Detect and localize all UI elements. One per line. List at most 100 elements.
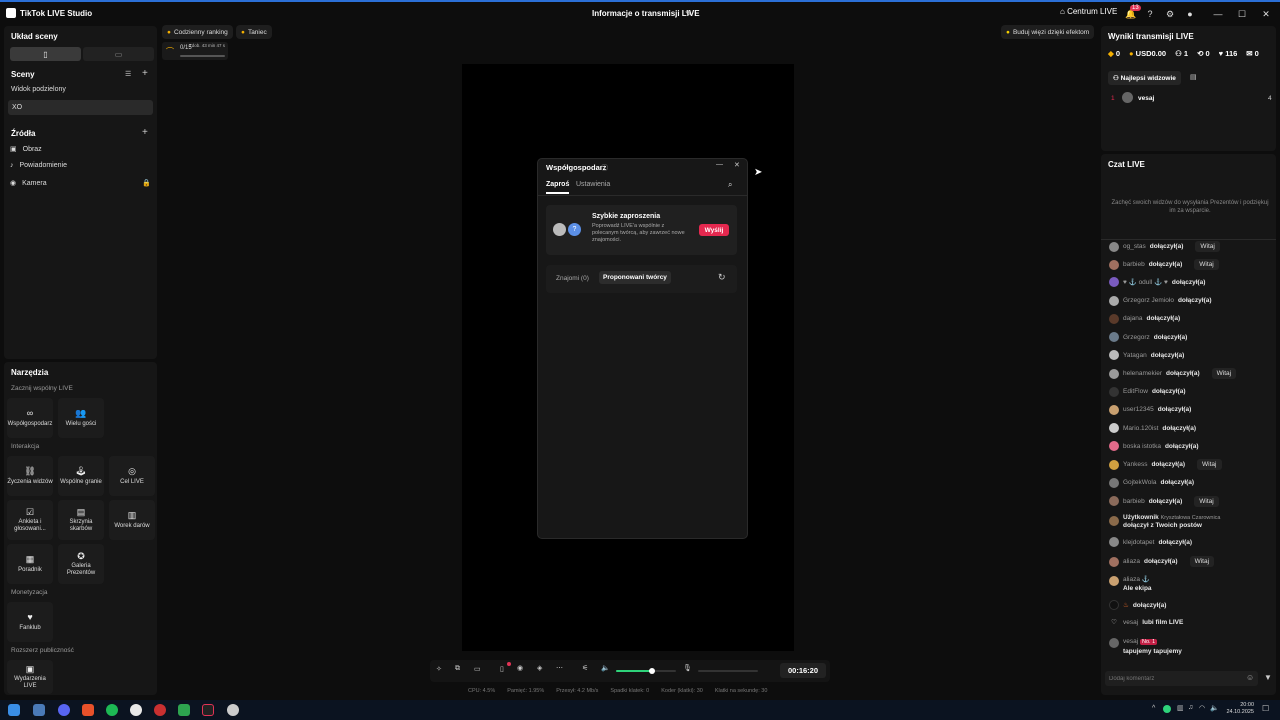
wifi-icon[interactable]: ◠: [1199, 704, 1205, 712]
viewer-name[interactable]: vesaj: [1138, 95, 1154, 102]
lock-icon[interactable]: 🔒: [142, 179, 151, 187]
search-icon[interactable]: ⌕: [728, 180, 732, 190]
landscape-layout-button[interactable]: ▭: [83, 47, 154, 61]
chat-username[interactable]: aliaza: [1123, 576, 1140, 583]
discord-icon[interactable]: [58, 704, 70, 716]
app-icon[interactable]: [227, 704, 239, 716]
maximize-icon[interactable]: ☐: [1235, 7, 1249, 21]
multi-guest-tool-button[interactable]: 👥 Wielu gości: [58, 398, 104, 438]
chat-username[interactable]: vesaj: [1123, 619, 1138, 626]
gift-gallery-tool-button[interactable]: ✪ Galeria Prezentów: [58, 544, 104, 584]
viewer-wishes-tool-button[interactable]: ⛓ Życzenia widzów: [7, 456, 53, 496]
tab-settings[interactable]: Ustawienia: [576, 181, 610, 188]
filter-icon[interactable]: ▼: [1264, 673, 1272, 682]
chat-username[interactable]: barbieb: [1123, 498, 1145, 505]
treasure-box-tool-button[interactable]: ▤ Skrzynia skarbów: [58, 500, 104, 540]
magic-icon[interactable]: ✧: [436, 665, 442, 673]
scene-item[interactable]: Widok podzielony: [11, 86, 66, 93]
effects-button[interactable]: ● Buduj więzi dzięki efektom: [1001, 25, 1095, 39]
notifications-icon[interactable]: ☐: [1262, 704, 1269, 713]
welcome-button[interactable]: Witaj: [1211, 368, 1237, 380]
welcome-button[interactable]: Witaj: [1195, 241, 1220, 252]
minimize-icon[interactable]: —: [716, 161, 723, 168]
live-events-tool-button[interactable]: ▣ Wydarzenia LIVE: [7, 660, 53, 694]
dance-button[interactable]: ● Taniec: [236, 25, 272, 39]
help-icon[interactable]: ?: [1143, 7, 1157, 21]
top-viewers-tab[interactable]: ⚇ Najlepsi widzowie: [1108, 71, 1181, 85]
speaker-icon[interactable]: 🔈: [601, 664, 610, 672]
tab-invite[interactable]: Zaproś: [546, 181, 569, 188]
suggested-creators-tab[interactable]: Proponowani twórcy: [599, 271, 671, 284]
welcome-button[interactable]: Witaj: [1194, 495, 1219, 507]
mic-muted-icon[interactable]: 🎙: [683, 664, 692, 672]
welcome-button[interactable]: Witaj: [1197, 459, 1222, 471]
source-item[interactable]: ♪ Powiadomienie: [10, 162, 67, 169]
tray-chevron-icon[interactable]: ^: [1152, 705, 1155, 712]
gear-icon[interactable]: ⚙: [1163, 7, 1177, 21]
daily-ranking-button[interactable]: ● Codzienny ranking: [162, 25, 233, 39]
volume-knob[interactable]: [649, 668, 655, 674]
avatar[interactable]: ●: [1183, 7, 1197, 21]
spotify-icon[interactable]: [106, 704, 118, 716]
chrome-icon[interactable]: [130, 704, 142, 716]
chat-username[interactable]: barbieb: [1123, 261, 1145, 268]
chat-username[interactable]: Yatagan: [1123, 352, 1147, 359]
record-icon[interactable]: ◉: [517, 664, 523, 672]
replay-icon[interactable]: ◈: [537, 664, 542, 672]
more-icon[interactable]: ⋯: [556, 664, 563, 672]
chat-username[interactable]: Grzegorz: [1123, 334, 1150, 341]
app-icon[interactable]: [178, 704, 190, 716]
close-icon[interactable]: ✕: [1259, 7, 1273, 21]
tiktok-icon[interactable]: [202, 704, 214, 716]
welcome-button[interactable]: Witaj: [1194, 259, 1219, 271]
source-item[interactable]: ▣ Obraz: [10, 145, 42, 154]
source-item[interactable]: ◉ Kamera: [10, 179, 47, 188]
chat-username[interactable]: vesaj: [1123, 638, 1138, 645]
comment-input[interactable]: [1109, 673, 1237, 684]
gift-bag-tool-button[interactable]: ▥ Worek darów: [109, 500, 155, 540]
co-play-tool-button[interactable]: 🕹 Wspólne granie: [58, 456, 104, 496]
poll-tool-button[interactable]: ☑ Ankieta i głosowani...: [7, 500, 53, 540]
chat-username[interactable]: aliaza: [1123, 558, 1140, 565]
list-icon[interactable]: ☰: [125, 70, 131, 78]
chat-username[interactable]: boska istotka: [1123, 443, 1161, 450]
edit-icon[interactable]: ✎: [685, 9, 692, 18]
windows-start-icon[interactable]: [8, 704, 20, 716]
chat-username[interactable]: dajana: [1123, 315, 1143, 322]
network-icon[interactable]: ▥: [1177, 704, 1184, 712]
chat-username[interactable]: og_stas: [1123, 243, 1146, 250]
tray-app-icon[interactable]: [1163, 705, 1171, 713]
chat-username[interactable]: ♥ ⚓ odull ⚓ ♥: [1123, 278, 1168, 286]
add-source-icon[interactable]: +: [142, 127, 148, 138]
mic-slider[interactable]: [698, 670, 758, 672]
chat-username[interactable]: GojtekWola: [1123, 479, 1156, 486]
friends-tab[interactable]: Znajomi (0): [556, 275, 589, 282]
chat-username[interactable]: helenamekier: [1123, 370, 1162, 377]
list-icon[interactable]: ▤: [1190, 73, 1197, 81]
chat-username[interactable]: Grzegorz Jemioło: [1123, 297, 1174, 304]
live-goal-tool-button[interactable]: ◎ Cel LIVE: [109, 456, 155, 496]
scene-item-selected[interactable]: XO: [8, 100, 153, 115]
help-icon[interactable]: ⓘ: [601, 163, 608, 173]
stream-info-title[interactable]: Informacje o transmisji LIVE: [592, 9, 700, 18]
volume-icon[interactable]: 🔈: [1210, 704, 1219, 712]
cohost-tool-button[interactable]: ∞ Współgospodarz: [7, 398, 53, 438]
clock[interactable]: 20:00 24.10.2025: [1224, 702, 1254, 716]
chat-username[interactable]: Użytkownik: [1123, 514, 1159, 521]
chat-username[interactable]: EditFlow: [1123, 388, 1148, 395]
fan-club-tool-button[interactable]: ♥ Fanklub: [7, 602, 53, 642]
brave-icon[interactable]: [82, 704, 94, 716]
emoji-icon[interactable]: ☺: [1246, 673, 1254, 682]
chat-username[interactable]: klejdotapet: [1123, 539, 1154, 546]
welcome-button[interactable]: Witaj: [1189, 556, 1215, 567]
opera-icon[interactable]: [154, 704, 166, 716]
portrait-layout-button[interactable]: ▯: [10, 47, 81, 61]
phone-icon[interactable]: ▯: [500, 665, 504, 673]
guide-tool-button[interactable]: ▦ Poradnik: [7, 544, 53, 584]
settings-sliders-icon[interactable]: ⚟: [582, 664, 588, 672]
explorer-icon[interactable]: [33, 704, 45, 716]
layers-icon[interactable]: ⧉: [455, 665, 460, 673]
close-icon[interactable]: ✕: [734, 161, 740, 169]
volume-slider[interactable]: [616, 668, 676, 674]
live-center-button[interactable]: ⌂ Centrum LIVE: [1060, 7, 1117, 16]
